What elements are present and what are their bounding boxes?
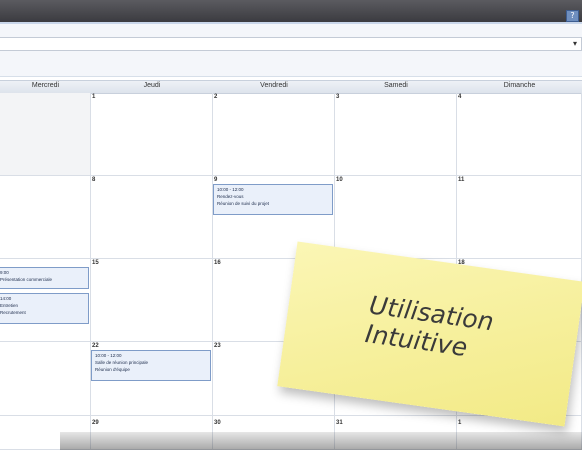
day-cell[interactable]: 4	[457, 93, 582, 176]
day-cell[interactable]: 8	[91, 176, 213, 259]
event-subject: Réunion de suivi du projet	[217, 201, 270, 206]
header-dimanche: Dimanche	[503, 82, 536, 89]
event-title: Salle de réunion principale	[95, 360, 149, 365]
event-time: 10:00 - 12:00	[95, 353, 122, 358]
event-time: 10:00 - 12:00	[217, 187, 244, 192]
day-cell[interactable]	[0, 93, 91, 176]
date-number: 4	[458, 94, 462, 100]
date-number: 29	[92, 420, 99, 426]
header-jeudi: Jeudi	[143, 82, 161, 89]
day-cell[interactable]: 2	[213, 93, 335, 176]
date-number: 30	[214, 420, 221, 426]
event-time: 9:00	[0, 270, 9, 275]
calendar-event[interactable]: 10:00 - 12:00 Salle de réunion principal…	[91, 350, 211, 381]
date-number: 2	[214, 94, 218, 100]
view-select-dropdown[interactable]: ▾	[0, 37, 582, 51]
date-number: 9	[214, 177, 218, 183]
date-number: 22	[92, 343, 99, 349]
date-number: 1	[458, 420, 462, 426]
date-number: 15	[92, 260, 99, 266]
header-mercredi: Mercredi	[31, 82, 60, 89]
date-number: 11	[458, 177, 465, 183]
page-curl-shadow	[60, 432, 582, 450]
date-number: 23	[214, 343, 221, 349]
day-cell[interactable]: 9:00 Présentation commerciale 14:00 Entr…	[0, 259, 91, 342]
chevron-down-icon[interactable]: ▾	[573, 39, 577, 48]
date-number: 8	[92, 177, 96, 183]
day-cell[interactable]: 11	[457, 176, 582, 259]
day-cell[interactable]: 1	[91, 93, 213, 176]
calendar-event[interactable]: 14:00 Entretien Recrutement	[0, 293, 89, 324]
date-number: 10	[336, 177, 343, 183]
day-cell[interactable]	[0, 342, 91, 416]
calendar-event[interactable]: 10:00 - 12:00 Rendez-vous Réunion de sui…	[213, 184, 333, 215]
day-cell[interactable]	[0, 176, 91, 259]
day-cell[interactable]: 15	[91, 259, 213, 342]
header-vendredi: Vendredi	[260, 82, 288, 89]
sticky-note-text: Utilisation Intuitive	[363, 290, 559, 374]
header-samedi: Samedi	[384, 82, 408, 89]
event-title: Présentation commerciale	[0, 277, 53, 282]
date-number: 1	[92, 94, 96, 100]
event-title: Entretien	[0, 303, 19, 308]
event-time: 14:00	[0, 296, 12, 301]
date-number: 3	[336, 94, 340, 100]
day-cell[interactable]: 3	[335, 93, 457, 176]
event-subject: Réunion d'équipe	[95, 367, 130, 372]
day-cell[interactable]: 22 10:00 - 12:00 Salle de réunion princi…	[91, 342, 213, 416]
date-number: 31	[336, 420, 343, 426]
day-cell[interactable]: 10	[335, 176, 457, 259]
date-number: 16	[214, 260, 221, 266]
calendar-event[interactable]: 9:00 Présentation commerciale	[0, 267, 89, 289]
help-icon[interactable]: ?	[566, 10, 579, 22]
event-subject: Recrutement	[0, 310, 26, 315]
toolbar: ▾	[0, 24, 582, 77]
window-titlebar: ?	[0, 0, 582, 22]
weekday-header-row: Mercredi Jeudi Vendredi Samedi Dimanche	[0, 80, 582, 94]
event-title: Rendez-vous	[217, 194, 244, 199]
